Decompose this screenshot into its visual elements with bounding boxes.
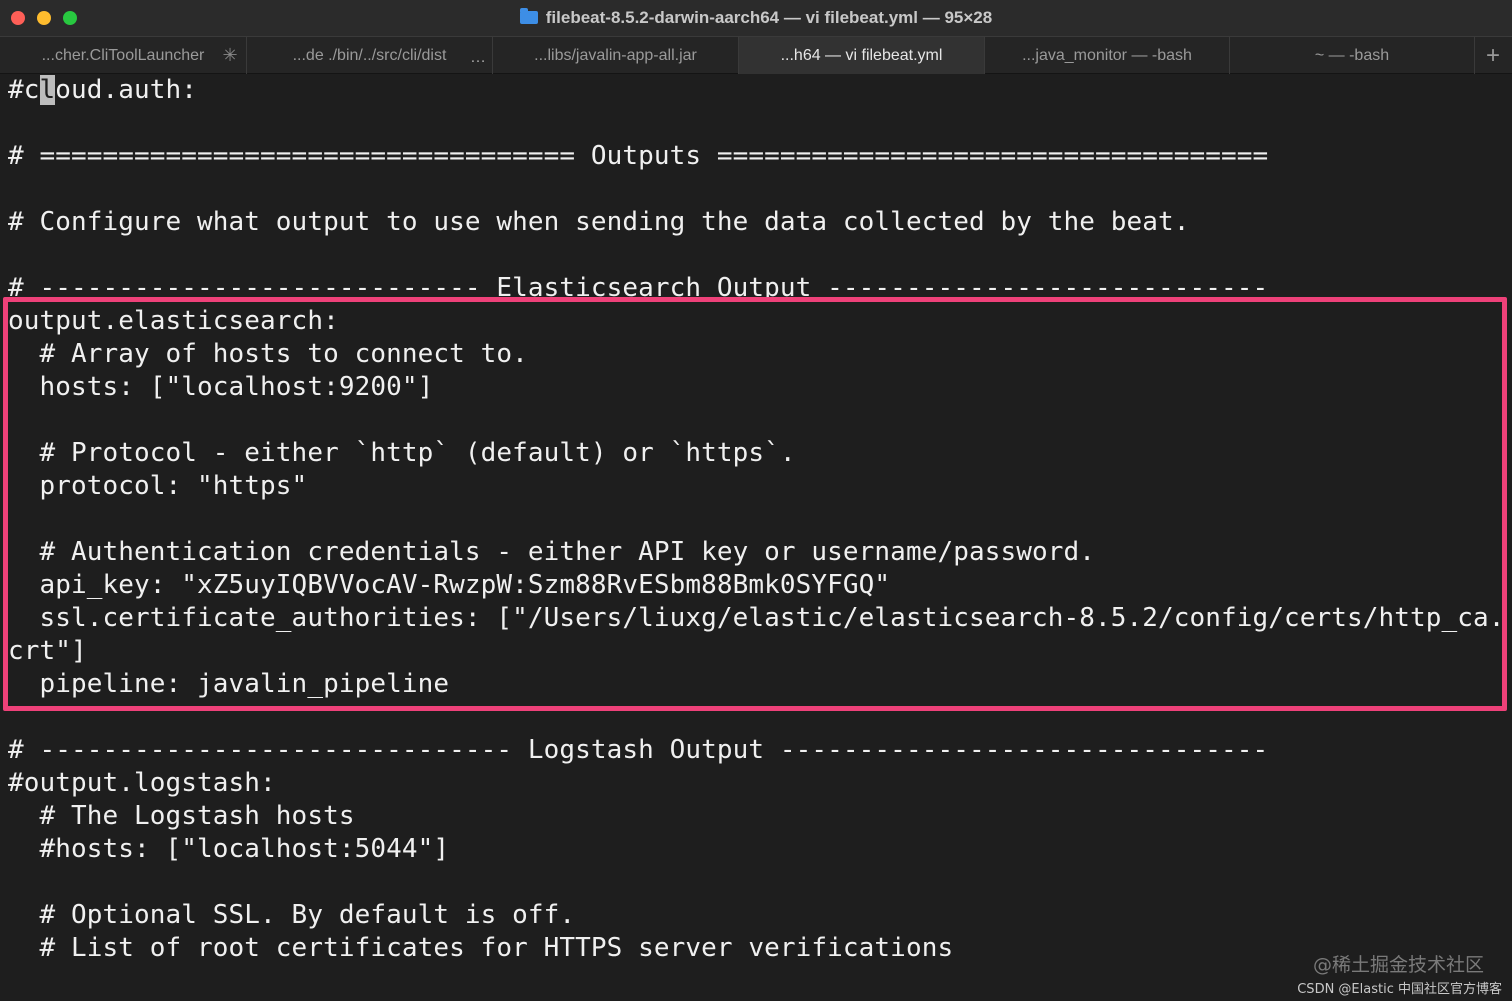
csdn-watermark: CSDN @Elastic 中国社区官方博客: [1297, 982, 1502, 997]
editor-line: # Authentication credentials - either AP…: [8, 537, 1095, 567]
editor-line: # The Logstash hosts: [8, 801, 355, 831]
editor-line: # Array of hosts to connect to.: [8, 339, 528, 369]
window-title-container: filebeat-8.5.2-darwin-aarch64 — vi fileb…: [0, 0, 1512, 36]
tab-clitoollauncher[interactable]: ...cher.CliToolLauncher ✳: [0, 37, 247, 74]
editor-line: # ================================== Out…: [8, 141, 1269, 171]
editor-line: #hosts: ["localhost:5044"]: [8, 834, 450, 864]
editor-line: # Optional SSL. By default is off.: [8, 900, 576, 930]
editor-line: # List of root certificates for HTTPS se…: [8, 933, 954, 963]
tab-label: ...de ./bin/../src/cli/dist: [292, 47, 447, 64]
folder-icon: [519, 8, 538, 24]
tab-java-monitor[interactable]: ...java_monitor — -bash: [985, 37, 1230, 74]
tab-label: ...java_monitor — -bash: [1022, 47, 1192, 64]
more-icon: …: [470, 49, 486, 66]
window-title: filebeat-8.5.2-darwin-aarch64 — vi fileb…: [545, 8, 993, 27]
editor-line: hosts: ["localhost:9200"]: [8, 372, 434, 402]
editor-line: protocol: "https": [8, 471, 308, 501]
editor-line: # ---------------------------- Elasticse…: [8, 273, 1269, 303]
juejin-watermark: @稀土掘金技术社区: [1312, 954, 1484, 976]
text-cursor: l: [39, 75, 56, 105]
tab-bar: ...cher.CliToolLauncher ✳ ...de ./bin/..…: [0, 36, 1512, 74]
tab-label: ...libs/javalin-app-all.jar: [534, 47, 697, 64]
spinner-icon: ✳: [222, 45, 238, 65]
tab-home-bash[interactable]: ~ — -bash: [1230, 37, 1475, 74]
tab-label: ...cher.CliToolLauncher: [41, 47, 205, 64]
editor-line: output.elasticsearch:: [8, 306, 339, 336]
editor-line: #output.logstash:: [8, 768, 276, 798]
editor-line: # Configure what output to use when send…: [8, 207, 1190, 237]
editor-line: # ------------------------------ Logstas…: [8, 735, 1269, 765]
editor-line-cursor: #cloud.auth:: [8, 75, 198, 105]
tab-cli-dist[interactable]: ...de ./bin/../src/cli/dist …: [247, 37, 493, 74]
tab-label: ...h64 — vi filebeat.yml: [780, 47, 943, 64]
tab-label: ~ — -bash: [1314, 47, 1390, 64]
editor-line: pipeline: javalin_pipeline: [8, 669, 450, 699]
terminal-content[interactable]: #cloud.auth: # =========================…: [8, 74, 1508, 1001]
tab-vi-filebeat[interactable]: ...h64 — vi filebeat.yml: [739, 37, 985, 74]
editor-line: crt"]: [8, 636, 87, 666]
editor-line: api_key: "xZ5uyIQBVVocAV-RwzpW:Szm88RvES…: [8, 570, 891, 600]
add-tab-button[interactable]: +: [1474, 37, 1512, 74]
plus-icon: +: [1485, 42, 1500, 69]
title-bar[interactable]: filebeat-8.5.2-darwin-aarch64 — vi fileb…: [0, 0, 1512, 36]
terminal-window: filebeat-8.5.2-darwin-aarch64 — vi fileb…: [0, 0, 1512, 1001]
tab-javalin-jar[interactable]: ...libs/javalin-app-all.jar: [493, 37, 739, 74]
editor-line: # Protocol - either `http` (default) or …: [8, 438, 796, 468]
editor-line: ssl.certificate_authorities: ["/Users/li…: [8, 603, 1505, 633]
